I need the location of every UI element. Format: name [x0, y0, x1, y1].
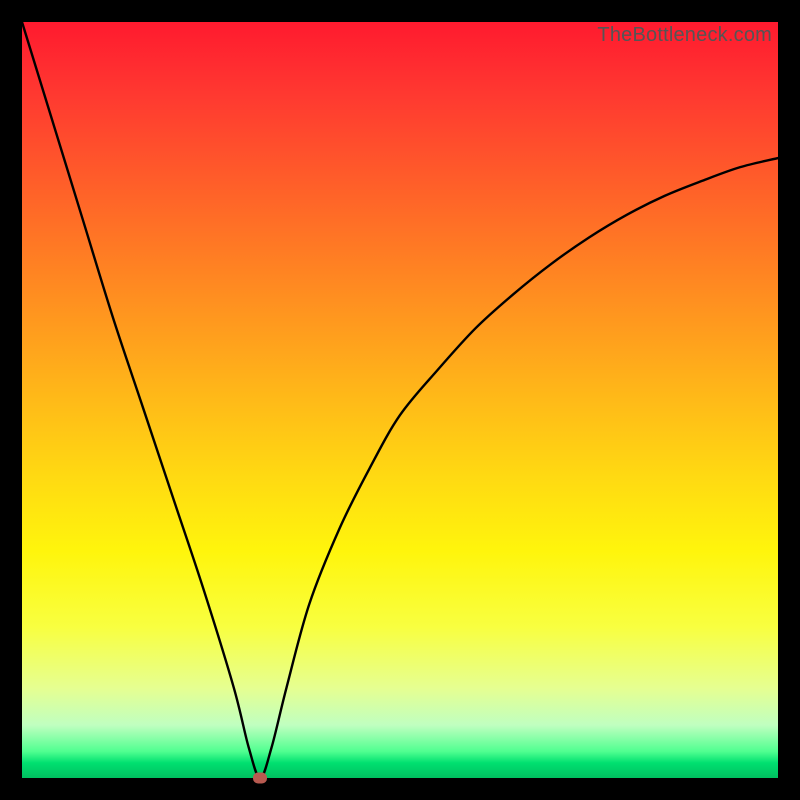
chart-frame: TheBottleneck.com: [0, 0, 800, 800]
curve-path: [22, 22, 778, 778]
chart-plot-area: TheBottleneck.com: [22, 22, 778, 778]
optimum-marker: [253, 773, 267, 784]
bottleneck-curve: [22, 22, 778, 778]
